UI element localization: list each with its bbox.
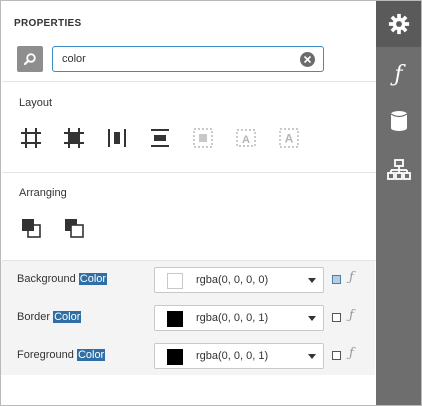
panel-title: PROPERTIES	[14, 18, 82, 29]
function-icon[interactable]: ƒ	[349, 308, 354, 323]
function-icon: ƒ	[394, 61, 403, 87]
color-swatch	[167, 349, 183, 365]
report-explorer-tab[interactable]	[376, 147, 421, 193]
property-row-border-color: Border Color rgba(0, 0, 0, 1) ƒ	[1, 299, 375, 337]
properties-tab[interactable]	[376, 1, 421, 47]
search-input[interactable]	[62, 51, 292, 67]
property-label: Background Color	[17, 273, 108, 285]
bring-to-front-button[interactable]	[18, 215, 44, 241]
property-marker-checkbox[interactable]	[332, 313, 341, 322]
color-value: rgba(0, 0, 0, 1)	[196, 312, 269, 324]
search-button[interactable]	[17, 46, 43, 72]
divider	[2, 81, 376, 82]
report-explorer-icon	[386, 159, 411, 180]
property-grid: Background Color rgba(0, 0, 0, 0) ƒ Bord…	[1, 261, 375, 375]
database-icon	[390, 111, 407, 131]
property-row-background-color: Background Color rgba(0, 0, 0, 0) ƒ	[1, 261, 375, 299]
size-to-control-height-button[interactable]: A	[276, 125, 302, 151]
color-swatch	[167, 311, 183, 327]
send-to-back-icon	[65, 219, 84, 238]
color-value: rgba(0, 0, 0, 1)	[196, 350, 269, 362]
property-row-foreground-color: Foreground Color rgba(0, 0, 0, 1) ƒ	[1, 337, 375, 375]
property-label: Border Color	[17, 311, 82, 323]
align-to-grid-icon	[21, 128, 41, 148]
svg-text:A: A	[242, 134, 250, 146]
send-to-back-button[interactable]	[61, 215, 87, 241]
center-horizontally-button[interactable]	[104, 125, 130, 151]
center-horizontally-icon	[108, 129, 126, 147]
foreground-color-editor[interactable]: rgba(0, 0, 0, 1)	[154, 343, 324, 369]
size-to-grid-icon	[64, 128, 84, 148]
bring-to-front-icon	[22, 219, 41, 238]
chevron-down-icon[interactable]	[308, 316, 316, 321]
size-to-control-width-icon: A	[236, 129, 256, 147]
function-icon[interactable]: ƒ	[349, 270, 354, 285]
background-color-editor[interactable]: rgba(0, 0, 0, 0)	[154, 267, 324, 293]
color-swatch	[167, 273, 183, 289]
gear-icon	[388, 13, 409, 35]
search-match-highlight: Color	[76, 349, 106, 361]
expressions-tab[interactable]: ƒ	[376, 51, 421, 97]
search-icon	[23, 53, 36, 66]
center-vertically-button[interactable]	[147, 125, 173, 151]
field-list-tab[interactable]	[376, 98, 421, 144]
arranging-section-title: Arranging	[19, 187, 67, 199]
clear-icon	[303, 55, 312, 64]
search-field[interactable]	[52, 46, 324, 72]
size-to-grid-button[interactable]	[61, 125, 87, 151]
fit-to-container-icon	[193, 128, 213, 148]
border-color-editor[interactable]: rgba(0, 0, 0, 1)	[154, 305, 324, 331]
layout-section-title: Layout	[19, 97, 53, 109]
property-label: Foreground Color	[17, 349, 106, 361]
color-value: rgba(0, 0, 0, 0)	[196, 274, 269, 286]
fit-to-container-button[interactable]	[190, 125, 216, 151]
side-tab-bar: ƒ	[376, 1, 421, 405]
divider	[2, 172, 376, 173]
size-to-control-width-button[interactable]: A	[233, 125, 259, 151]
property-marker-checkbox[interactable]	[332, 351, 341, 360]
svg-text:A: A	[285, 132, 294, 146]
search-match-highlight: Color	[78, 273, 108, 285]
chevron-down-icon[interactable]	[308, 354, 316, 359]
align-to-grid-button[interactable]	[18, 125, 44, 151]
function-icon[interactable]: ƒ	[349, 346, 354, 361]
center-vertically-icon	[151, 129, 169, 147]
size-to-control-height-icon: A	[279, 128, 299, 148]
chevron-down-icon[interactable]	[308, 278, 316, 283]
property-marker-checkbox[interactable]	[332, 275, 341, 284]
clear-search-button[interactable]	[300, 52, 315, 67]
search-match-highlight: Color	[53, 311, 82, 323]
